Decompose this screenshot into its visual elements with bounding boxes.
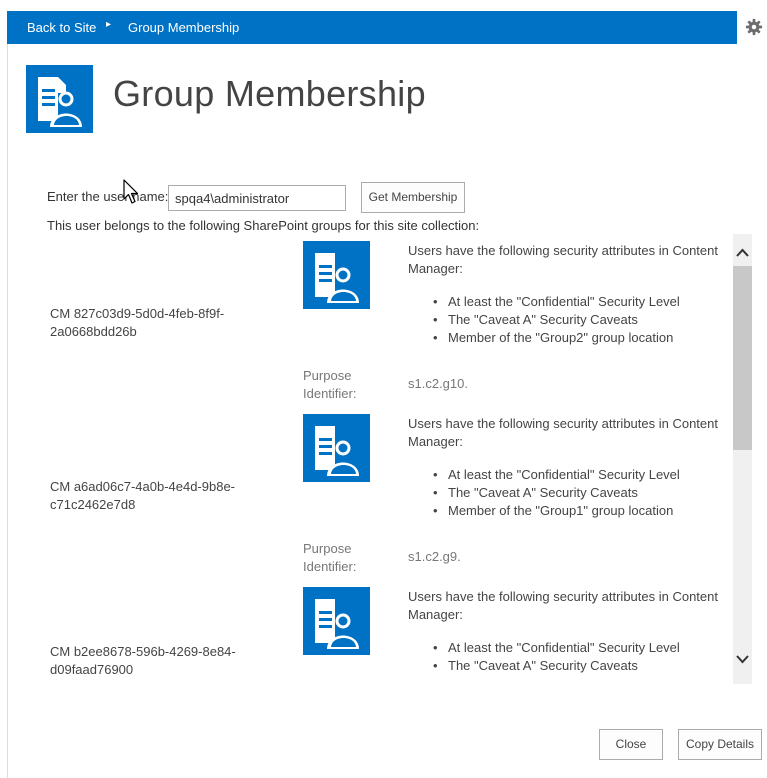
cm-group-name: CM 827c03d9-5d0d-4feb-8f9f- 2a0668bdd26b [50,306,225,339]
get-membership-button[interactable]: Get Membership [361,182,465,213]
attribute-item: The "Caveat A" Security Caveats [428,657,680,675]
breadcrumb-current: Group Membership [128,20,240,35]
purpose-identifier-label: Purpose Identifier: [303,541,357,574]
attribute-item: The "Caveat A" Security Caveats [428,484,680,502]
vertical-scrollbar[interactable] [733,234,752,684]
group-membership-icon [26,65,93,133]
left-border [7,44,8,778]
group-icon [303,587,370,655]
attribute-item: At least the "Confidential" Security Lev… [428,466,680,484]
cm-group-name: CM a6ad06c7-4a0b-4e4d-9b8e- c71c2462e7d8 [50,479,236,512]
security-description: Users have the following security attrib… [408,416,718,449]
attribute-item: The "Caveat A" Security Caveats [428,311,680,329]
attribute-item: Member of the "Group2" group location [428,329,680,347]
breadcrumb-separator-icon: ▸ [106,19,112,30]
security-attributes: At least the "Confidential" Security Lev… [428,293,680,347]
purpose-identifier-label: Purpose Identifier: [303,368,357,401]
purpose-identifier-value: s1.c2.g10. [408,376,468,391]
group-icon [303,241,370,309]
username-label: Enter the user name: [47,189,169,204]
settings-button[interactable] [741,13,767,44]
security-attributes: At least the "Confidential" Security Lev… [428,466,680,520]
close-button[interactable]: Close [599,729,663,760]
username-input[interactable] [168,185,346,211]
membership-list[interactable]: CM 827c03d9-5d0d-4feb-8f9f- 2a0668bdd26b… [47,234,752,684]
group-icon [303,414,370,482]
attribute-item: At least the "Confidential" Security Lev… [428,639,680,657]
mouse-cursor-icon [123,179,139,204]
copy-details-button[interactable]: Copy Details [678,729,762,760]
security-description: Users have the following security attrib… [408,243,718,276]
back-to-site-link[interactable]: Back to Site [27,20,96,35]
scrollbar-thumb[interactable] [733,266,752,450]
security-description: Users have the following security attrib… [408,589,718,622]
gear-icon [745,18,763,36]
cm-group-name: CM b2ee8678-596b-4269-8e84- d09faad76900 [50,644,236,677]
membership-intro-text: This user belongs to the following Share… [47,218,480,233]
chevron-up-icon[interactable] [736,248,749,258]
purpose-identifier-value: s1.c2.g9. [408,549,461,564]
security-attributes: At least the "Confidential" Security Lev… [428,639,680,675]
chevron-down-icon[interactable] [736,654,749,664]
attribute-item: Member of the "Group1" group location [428,502,680,520]
top-bar: Back to Site ▸ Group Membership [7,11,737,44]
attribute-item: At least the "Confidential" Security Lev… [428,293,680,311]
page-title: Group Membership [113,73,426,114]
